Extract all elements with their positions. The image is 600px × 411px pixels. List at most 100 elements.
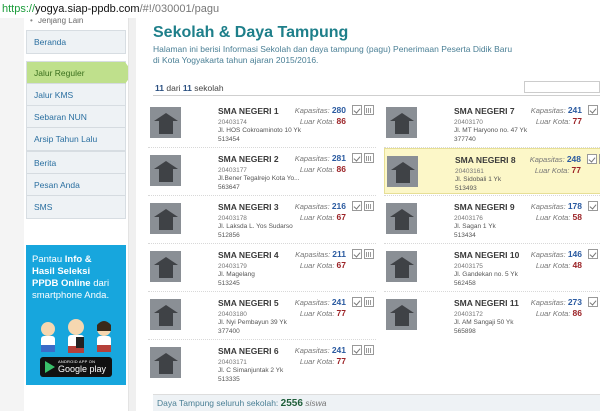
school-photo (386, 299, 417, 330)
check-icon[interactable] (587, 154, 597, 164)
outside-city-info: Luar Kota: 86 (300, 164, 346, 174)
school-photo (387, 156, 418, 187)
search-input[interactable] (524, 81, 600, 93)
school-card[interactable]: SMA NEGERI 1 20403174 Jl. HOS Cokroaminoto… (148, 100, 376, 146)
sidebar-item-pesan[interactable]: Pesan Anda (27, 174, 125, 196)
capacity-value: 281 (331, 153, 346, 163)
promo-line-3: PPDB Online (32, 278, 91, 289)
school-name[interactable]: SMA NEGERI 3 (218, 202, 279, 212)
outside-city-value: 77 (572, 116, 582, 126)
outside-city-info: Luar Kota: 67 (300, 260, 346, 270)
school-name[interactable]: SMA NEGERI 4 (218, 250, 279, 260)
school-phone: 562458 (454, 280, 476, 287)
capacity-info: Kapasitas: 248 (530, 154, 581, 164)
outside-city-label: Luar Kota: (535, 117, 571, 126)
school-address: Jl. Gandekan no. 5 Yk (454, 271, 518, 278)
sidebar-item-sms[interactable]: SMS (27, 196, 125, 218)
school-address: Jl. C Simanjuntak 2 Yk (218, 367, 284, 374)
check-icon[interactable] (588, 105, 598, 115)
outside-city-value: 86 (572, 308, 582, 318)
school-name[interactable]: SMA NEGERI 9 (454, 202, 515, 212)
sidebar-item-sebaran-nun[interactable]: Sebaran NUN (27, 106, 125, 128)
school-name[interactable]: SMA NEGERI 11 (454, 298, 519, 308)
outside-city-info: Luar Kota: 77 (535, 165, 581, 175)
bar-chart-icon[interactable] (364, 105, 374, 115)
app-promo-banner[interactable]: Pantau Info & Hasil Seleksi PPDB Online … (26, 245, 126, 385)
school-npsn: 20403179 (218, 263, 247, 270)
bar-chart-icon[interactable] (364, 345, 374, 355)
sidebar-item-jalur-reguler[interactable]: Jalur Reguler (27, 62, 133, 84)
school-card[interactable]: SMA NEGERI 6 20403171 Jl. C Simanjuntak 2 … (148, 340, 376, 386)
outside-city-label: Luar Kota: (299, 309, 335, 318)
school-name[interactable]: SMA NEGERI 1 (218, 106, 279, 116)
check-icon[interactable] (588, 201, 598, 211)
school-card[interactable]: SMA NEGERI 9 20403176 Jl. Sagan 1 Yk 513434… (384, 196, 600, 242)
sidebar-item-jenjang-lain[interactable]: Jenjang Lain (24, 18, 128, 26)
school-npsn: 20403172 (454, 311, 483, 318)
bar-chart-icon[interactable] (364, 201, 374, 211)
school-npsn: 20403175 (454, 263, 483, 270)
school-card[interactable]: SMA NEGERI 8 20403161 Jl. Sidobali 1 Yk 513… (384, 148, 600, 194)
check-icon[interactable] (352, 345, 362, 355)
school-name[interactable]: SMA NEGERI 8 (455, 155, 516, 165)
promo-line-4: smartphone Anda. (32, 290, 110, 301)
capacity-value: 241 (567, 105, 582, 115)
school-card[interactable]: SMA NEGERI 10 20403175 Jl. Gandekan no. 5 … (384, 244, 600, 290)
check-icon[interactable] (352, 249, 362, 259)
check-icon[interactable] (588, 249, 598, 259)
school-photo (386, 203, 417, 234)
outside-city-value: 77 (336, 356, 346, 366)
school-address: Jl.Bener Tegalrejo Kota Yo... (218, 175, 300, 182)
school-address: Jl. AM Sangaji 50 Yk (454, 319, 514, 326)
school-npsn: 20403177 (218, 167, 247, 174)
outside-city-label: Luar Kota: (534, 166, 570, 175)
check-icon[interactable] (352, 201, 362, 211)
school-card[interactable]: SMA NEGERI 5 20403180 Jl. Nyi Pembayun 39 … (148, 292, 376, 338)
bar-chart-icon[interactable] (364, 249, 374, 259)
google-play-button[interactable]: ANDROID APP ON Google play (40, 357, 112, 377)
sidebar-item-berita[interactable]: Berita (27, 152, 125, 174)
outside-city-label: Luar Kota: (299, 165, 335, 174)
outside-city-label: Luar Kota: (535, 261, 571, 270)
check-icon[interactable] (352, 153, 362, 163)
bar-chart-icon[interactable] (364, 153, 374, 163)
outside-city-value: 77 (571, 165, 581, 175)
outside-city-value: 48 (572, 260, 582, 270)
capacity-label: Kapasitas: (530, 202, 566, 211)
school-photo (386, 251, 417, 282)
school-npsn: 20403174 (218, 119, 247, 126)
school-phone: 563647 (218, 184, 240, 191)
sidebar-item-jalur-kms[interactable]: Jalur KMS (27, 84, 125, 106)
bar-chart-icon[interactable] (364, 297, 374, 307)
check-icon[interactable] (588, 297, 598, 307)
check-icon[interactable] (352, 105, 362, 115)
address-bar[interactable]: https://yogya.siap-ppdb.com/#!/030001/pa… (0, 0, 600, 18)
school-name[interactable]: SMA NEGERI 5 (218, 298, 279, 308)
outside-city-label: Luar Kota: (299, 117, 335, 126)
school-name[interactable]: SMA NEGERI 7 (454, 106, 515, 116)
capacity-label: Kapasitas: (294, 106, 330, 115)
play-store-icon (45, 361, 55, 373)
school-card[interactable]: SMA NEGERI 3 20403178 Jl. Laksda L. Yos Su… (148, 196, 376, 242)
check-icon[interactable] (352, 297, 362, 307)
menu-group-info: Berita Pesan Anda SMS (26, 151, 126, 219)
sidebar-item-beranda[interactable]: Beranda (27, 31, 125, 53)
school-card[interactable]: SMA NEGERI 11 20403172 Jl. AM Sangaji 50 Y… (384, 292, 600, 338)
capacity-label: Kapasitas: (294, 202, 330, 211)
url-path: /#!/030001/pagu (139, 3, 220, 15)
school-name[interactable]: SMA NEGERI 2 (218, 154, 279, 164)
capacity-label: Kapasitas: (294, 154, 330, 163)
school-name[interactable]: SMA NEGERI 10 (454, 250, 519, 260)
sidebar-item-arsip[interactable]: Arsip Tahun Lalu (27, 128, 125, 150)
school-card[interactable]: SMA NEGERI 7 20403170 Jl. MT Haryono no. 4… (384, 100, 600, 146)
sidebar-divider (128, 18, 136, 411)
school-name[interactable]: SMA NEGERI 6 (218, 346, 279, 356)
capacity-info: Kapasitas: 281 (295, 153, 346, 163)
school-card[interactable]: SMA NEGERI 2 20403177 Jl.Bener Tegalrejo K… (148, 148, 376, 194)
school-phone: 377740 (454, 136, 476, 143)
school-card[interactable]: SMA NEGERI 4 20403179 Jl. Magelang 513245 Ka… (148, 244, 376, 290)
outside-city-info: Luar Kota: 67 (300, 212, 346, 222)
school-photo (150, 347, 181, 378)
count-of: dari (164, 83, 183, 93)
school-phone: 513493 (455, 185, 477, 192)
